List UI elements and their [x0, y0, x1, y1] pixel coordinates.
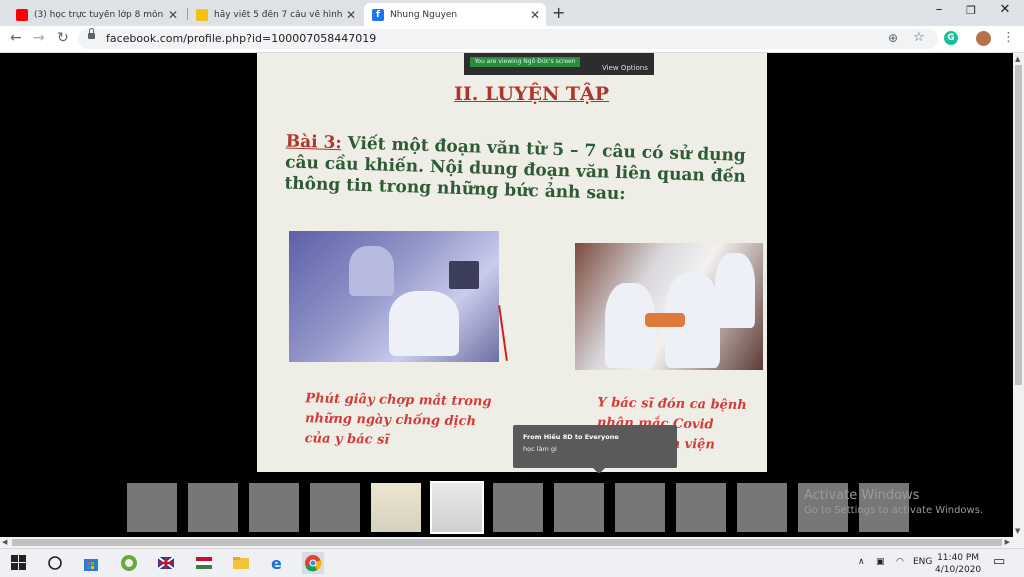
pointer-mark [498, 305, 508, 361]
view-options-button[interactable]: View Options ⌄ [602, 64, 654, 80]
grammarly-icon[interactable]: G [944, 31, 958, 45]
thumbnail[interactable] [737, 483, 787, 532]
tray-chevron-icon[interactable]: ∧ [858, 557, 865, 567]
thumbnail[interactable] [493, 483, 543, 532]
zoom-icon[interactable]: ⊕ [888, 31, 898, 45]
zoom-share-bar: You are viewing Ngô Đức's screen View Op… [464, 53, 654, 80]
exercise-text: Bài 3: Viết một đoạn văn từ 5 – 7 câu có… [284, 131, 766, 209]
windows-taskbar: e ∧ ▣ ◠ ENG 11:40 PM 4/10/2020 ▭ [0, 548, 1024, 577]
thumbnail[interactable] [676, 483, 726, 532]
wifi-icon[interactable]: ◠ [896, 557, 904, 567]
chat-popup[interactable]: From Hiếu 8D to Everyone học làm gì [513, 425, 677, 474]
address-bar[interactable]: facebook.com/profile.php?id=100007058447… [78, 28, 938, 49]
photo-figure [389, 291, 459, 356]
scroll-down-icon[interactable]: ▼ [1015, 527, 1020, 535]
bookmark-star-icon[interactable]: ☆ [913, 30, 925, 45]
tray-app-icon[interactable]: ▣ [876, 557, 885, 567]
scroll-thumb[interactable] [1015, 65, 1022, 385]
windows-start-icon[interactable] [8, 552, 30, 574]
watermark-title: Activate Windows [804, 488, 920, 503]
watermark-subtitle: Go to Settings to activate Windows. [804, 505, 984, 516]
scroll-left-icon[interactable]: ◀ [2, 538, 7, 546]
app-icon-flag[interactable] [155, 552, 177, 574]
chat-message: học làm gì [523, 445, 557, 453]
clock-time: 11:40 PM [937, 553, 980, 563]
chrome-icon[interactable] [302, 552, 324, 574]
exercise-body: Viết một đoạn văn từ 5 – 7 câu có sử dụn… [284, 133, 747, 205]
thumbnail[interactable] [127, 483, 177, 532]
tab-title: (3) học trực tuyến lớp 8 môn văn [34, 9, 166, 20]
edge-icon[interactable]: e [267, 552, 289, 574]
facebook-icon: f [372, 8, 384, 21]
photo-figure [349, 246, 394, 296]
photo-monitor [449, 261, 479, 289]
exercise-label: Bài 3: [285, 131, 342, 154]
thumbnail[interactable] [188, 483, 238, 532]
tab-facebook[interactable]: f Nhung Nguyen ✕ [364, 3, 546, 26]
taskbar-clock[interactable]: 11:40 PM 4/10/2020 [935, 552, 981, 576]
youtube-icon [16, 8, 28, 21]
chat-sender: From Hiếu 8D to Everyone [523, 433, 619, 441]
thumbnail-current[interactable] [430, 481, 484, 534]
url-text[interactable]: facebook.com/profile.php?id=100007058447… [106, 32, 376, 45]
search-icon[interactable] [44, 552, 66, 574]
close-tab-icon[interactable]: ✕ [528, 8, 542, 22]
back-button[interactable]: ← [10, 30, 22, 46]
viewing-banner: You are viewing Ngô Đức's screen [470, 57, 580, 67]
app-icon-striped[interactable] [193, 552, 215, 574]
tab-hoc247[interactable]: hãy viết 5 đến 7 câu về hình ảnh ✕ [188, 3, 362, 26]
close-tab-icon[interactable]: ✕ [166, 8, 180, 22]
store-icon[interactable] [80, 552, 102, 574]
notifications-icon[interactable]: ▭ [993, 554, 1005, 569]
thumbnail[interactable] [554, 483, 604, 532]
photo-patient-transfer [575, 243, 763, 370]
thumbnail[interactable] [371, 483, 421, 532]
slide-heading: II. LUYỆN TẬP [454, 83, 610, 105]
scroll-thumb[interactable] [12, 539, 1002, 546]
clock-date: 4/10/2020 [935, 565, 982, 575]
coccoc-icon[interactable] [118, 552, 140, 574]
thumbnail[interactable] [310, 483, 360, 532]
restore-button[interactable]: ❐ [956, 4, 986, 17]
minimize-button[interactable]: – [924, 2, 954, 17]
file-explorer-icon[interactable] [230, 552, 252, 574]
close-tab-icon[interactable]: ✕ [344, 8, 358, 22]
activate-windows-watermark: Activate Windows Go to Settings to activ… [804, 488, 983, 516]
hoc247-icon [196, 8, 208, 21]
lock-icon [88, 28, 95, 39]
close-window-button[interactable]: ✕ [990, 2, 1020, 17]
browser-menu-icon[interactable]: ⋮ [1002, 30, 1015, 45]
thumbnail[interactable] [615, 483, 665, 532]
reload-button[interactable]: ↻ [57, 30, 69, 46]
tab-bar: (3) học trực tuyến lớp 8 môn văn ✕ hãy v… [0, 0, 1024, 26]
horizontal-scrollbar[interactable]: ◀ ▶ [0, 537, 1024, 548]
browser-toolbar: ← → ↻ facebook.com/profile.php?id=100007… [0, 26, 1024, 53]
forward-button[interactable]: → [33, 30, 45, 46]
new-tab-button[interactable]: + [552, 3, 565, 22]
photo-doctors-resting [289, 231, 499, 362]
scroll-right-icon[interactable]: ▶ [1005, 538, 1010, 546]
avatar[interactable] [976, 31, 991, 46]
language-indicator[interactable]: ENG [913, 557, 932, 567]
caption-left: Phút giây chợp mắt trong những ngày chốn… [304, 391, 492, 448]
shared-slide: You are viewing Ngô Đức's screen View Op… [257, 53, 767, 472]
tab-title: Nhung Nguyen [390, 9, 458, 20]
tab-youtube[interactable]: (3) học trực tuyến lớp 8 môn văn ✕ [8, 3, 184, 26]
vertical-scrollbar[interactable]: ▲ ▼ [1013, 53, 1024, 537]
scroll-up-icon[interactable]: ▲ [1015, 55, 1020, 63]
photo-figure [715, 253, 755, 328]
svg-text:e: e [271, 554, 282, 572]
thumbnail[interactable] [249, 483, 299, 532]
tab-title: hãy viết 5 đến 7 câu về hình ảnh [214, 9, 344, 20]
photo-stretcher [645, 313, 685, 327]
